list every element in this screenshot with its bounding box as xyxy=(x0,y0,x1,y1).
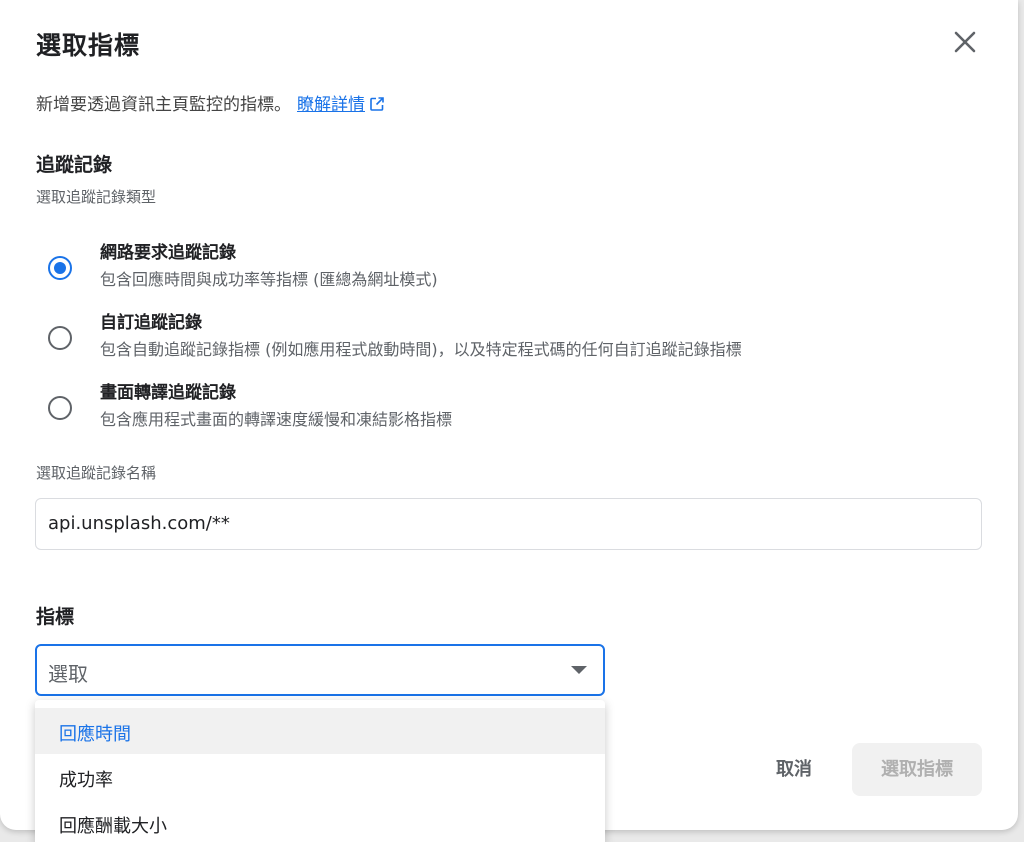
trace-name-label: 選取追蹤記錄名稱 xyxy=(36,464,157,482)
dropdown-caret-icon xyxy=(571,666,587,674)
trace-name-field[interactable]: api.unsplash.com/** xyxy=(35,498,982,550)
option-label: 成功率 xyxy=(59,770,113,791)
dropdown-option-payload-size[interactable]: 回應酬載大小 xyxy=(35,800,605,842)
radio-description: 包含自動追蹤記錄指標 (例如應用程式啟動時間)，以及特定程式碼的任何自訂追蹤記錄… xyxy=(100,340,742,359)
select-metric-button: 選取指標 xyxy=(852,743,982,796)
learn-more-label: 瞭解詳情 xyxy=(297,95,365,115)
radio-title: 網路要求追蹤記錄 xyxy=(100,243,236,263)
trace-subheading: 選取追蹤記錄類型 xyxy=(36,188,157,206)
external-link-icon xyxy=(370,97,384,111)
radio-description: 包含應用程式畫面的轉譯速度緩慢和凍結影格指標 xyxy=(100,410,453,429)
radio-description: 包含回應時間與成功率等指標 (匯總為網址模式) xyxy=(100,270,438,289)
radio-network-trace[interactable]: 網路要求追蹤記錄 包含回應時間與成功率等指標 (匯總為網址模式) xyxy=(48,238,948,300)
metric-select[interactable]: 選取 xyxy=(35,644,605,696)
learn-more-link[interactable]: 瞭解詳情 xyxy=(297,95,385,115)
cancel-button[interactable]: 取消 xyxy=(755,744,833,796)
metric-dropdown-menu: 回應時間 成功率 回應酬載大小 xyxy=(35,700,605,842)
metric-select-placeholder: 選取 xyxy=(48,662,88,686)
metric-heading: 指標 xyxy=(36,606,75,628)
dialog-subtitle: 新增要透過資訊主頁監控的指標。 瞭解詳情 xyxy=(36,90,385,115)
close-button[interactable] xyxy=(950,27,980,57)
radio-button[interactable] xyxy=(48,326,72,350)
radio-button[interactable] xyxy=(48,396,72,420)
trace-heading: 追蹤記錄 xyxy=(36,154,113,176)
radio-button-selected[interactable] xyxy=(48,256,72,280)
radio-title: 自訂追蹤記錄 xyxy=(100,313,202,333)
radio-title: 畫面轉譯追蹤記錄 xyxy=(100,383,236,403)
close-icon xyxy=(954,31,976,53)
dropdown-option-response-time[interactable]: 回應時間 xyxy=(35,708,605,754)
trace-name-value: api.unsplash.com/** xyxy=(48,513,230,534)
dialog-title: 選取指標 xyxy=(36,31,141,60)
dropdown-option-success-rate[interactable]: 成功率 xyxy=(35,754,605,800)
subtitle-text: 新增要透過資訊主頁監控的指標。 xyxy=(36,95,291,115)
option-label: 回應時間 xyxy=(59,724,131,745)
radio-screen-render-trace[interactable]: 畫面轉譯追蹤記錄 包含應用程式畫面的轉譯速度緩慢和凍結影格指標 xyxy=(48,378,948,440)
radio-custom-trace[interactable]: 自訂追蹤記錄 包含自動追蹤記錄指標 (例如應用程式啟動時間)，以及特定程式碼的任… xyxy=(48,308,948,370)
option-label: 回應酬載大小 xyxy=(59,816,167,837)
